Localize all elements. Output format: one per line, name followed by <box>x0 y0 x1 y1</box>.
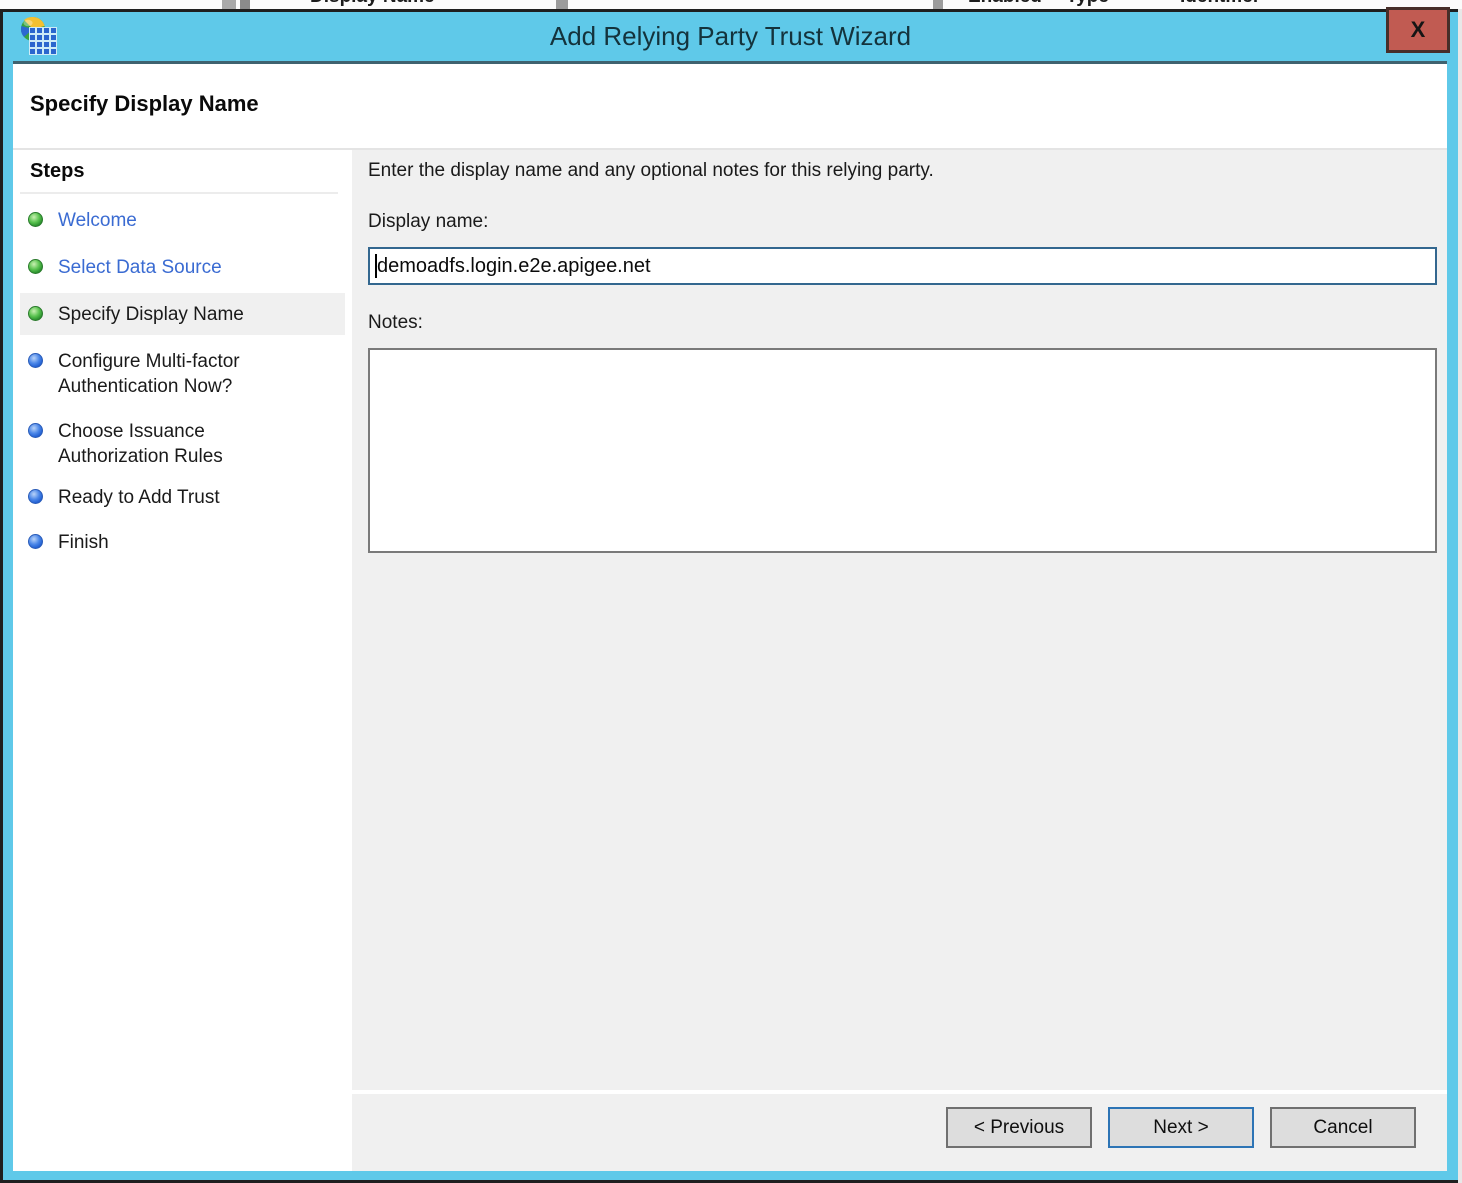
background-column-identifier: Identifier <box>1180 0 1260 8</box>
titlebar[interactable]: Add Relying Party Trust Wizard <box>3 12 1458 61</box>
window-title: Add Relying Party Trust Wizard <box>3 12 1458 61</box>
steps-divider <box>20 192 338 194</box>
background-column-enabled: Enabled <box>968 0 1042 8</box>
step-select-data-source[interactable]: Select Data Source <box>20 255 345 280</box>
step-label: Ready to Add Trust <box>58 485 308 510</box>
next-button[interactable]: Next > <box>1108 1107 1254 1148</box>
steps-panel: Steps Welcome Select Data Source Specify… <box>13 150 352 1171</box>
screen: Display Name Enabled Type Identifier <box>0 0 1462 1183</box>
background-fragment <box>222 0 236 9</box>
background-fragment <box>556 0 568 9</box>
intro-text: Enter the display name and any optional … <box>368 160 934 182</box>
step-label: Choose Issuance Authorization Rules <box>58 419 308 469</box>
background-column-display-name: Display Name <box>310 0 435 8</box>
footer: < Previous Next > Cancel <box>352 1094 1447 1171</box>
background-column-type: Type <box>1066 0 1109 8</box>
close-button[interactable]: X <box>1386 7 1450 53</box>
notes-label: Notes: <box>368 312 423 334</box>
step-completed-icon <box>28 306 43 321</box>
display-name-label: Display name: <box>368 211 488 233</box>
step-ready-to-add-trust[interactable]: Ready to Add Trust <box>20 485 345 510</box>
wizard-step-content: Enter the display name and any optional … <box>352 150 1447 1090</box>
text-caret <box>375 254 377 278</box>
page-title: Specify Display Name <box>30 91 259 117</box>
step-specify-display-name[interactable]: Specify Display Name <box>20 293 345 335</box>
step-completed-icon <box>28 212 43 227</box>
steps-heading: Steps <box>30 160 84 183</box>
step-welcome[interactable]: Welcome <box>20 208 345 233</box>
notes-input[interactable] <box>368 348 1437 553</box>
cancel-button[interactable]: Cancel <box>1270 1107 1416 1148</box>
step-finish[interactable]: Finish <box>20 530 345 555</box>
step-upcoming-icon <box>28 353 43 368</box>
step-completed-icon <box>28 259 43 274</box>
display-name-input[interactable] <box>368 247 1437 285</box>
step-upcoming-icon <box>28 423 43 438</box>
background-fragment <box>240 0 250 9</box>
step-upcoming-icon <box>28 534 43 549</box>
step-upcoming-icon <box>28 489 43 504</box>
step-label: Finish <box>58 530 308 555</box>
background-fragment <box>933 0 943 9</box>
dialog-client-area: Specify Display Name Steps Welcome Selec… <box>13 61 1447 1168</box>
step-choose-issuance-rules[interactable]: Choose Issuance Authorization Rules <box>20 419 345 469</box>
step-label: Welcome <box>58 208 308 233</box>
step-label: Specify Display Name <box>58 302 308 327</box>
step-configure-multi-factor[interactable]: Configure Multi-factor Authentication No… <box>20 349 345 399</box>
background-window-strip: Display Name Enabled Type Identifier <box>0 0 1462 9</box>
step-label: Configure Multi-factor Authentication No… <box>58 349 308 399</box>
step-label: Select Data Source <box>58 255 308 280</box>
previous-button[interactable]: < Previous <box>946 1107 1092 1148</box>
wizard-dialog: Add Relying Party Trust Wizard X Specify… <box>0 9 1458 1183</box>
